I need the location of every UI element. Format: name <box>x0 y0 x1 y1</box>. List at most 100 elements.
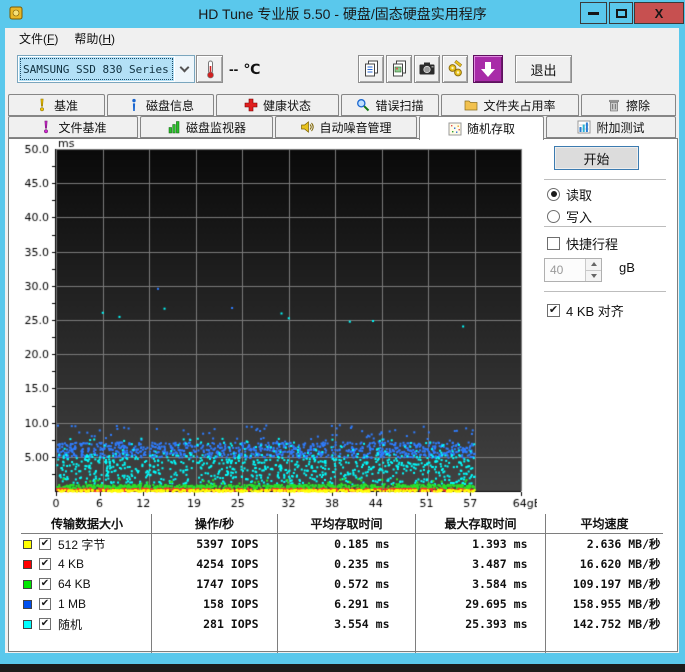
iops-value: 4254 IOPS <box>171 557 259 571</box>
trash-icon <box>607 98 621 112</box>
temperature-button[interactable] <box>196 55 223 83</box>
series-label: 随机 <box>58 616 82 633</box>
random-access-icon <box>448 122 462 136</box>
separator <box>544 226 666 227</box>
col-header: 平均存取时间 <box>278 514 416 534</box>
exit-button[interactable]: 退出 <box>515 55 572 83</box>
tab-label: 文件夹占用率 <box>483 97 555 114</box>
app-window: HD Tune 专业版 5.50 - 硬盘/固态硬盘实用程序 X 文件(F) 帮… <box>0 0 685 672</box>
avg-access-value: 0.235 ms <box>304 557 390 571</box>
series-checkbox[interactable] <box>39 618 51 630</box>
info-icon <box>127 98 141 112</box>
tab-label: 自动噪音管理 <box>319 119 391 136</box>
tab-folder-usage[interactable]: 文件夹占用率 <box>441 94 579 116</box>
copy-image-icon <box>390 59 408 79</box>
table-row-1mb: 1 MB 158 IOPS 6.291 ms 29.695 ms 158.955… <box>21 594 663 614</box>
menu-help[interactable]: 帮助(H) <box>66 28 123 49</box>
tab-benchmark[interactable]: 基准 <box>8 94 105 116</box>
tab-file-benchmark[interactable]: 文件基准 <box>8 116 138 138</box>
maximize-icon <box>616 9 627 18</box>
max-access-value: 3.584 ms <box>434 577 528 591</box>
tab-erase[interactable]: 擦除 <box>581 94 676 116</box>
radio-icon <box>547 188 560 201</box>
series-checkbox[interactable] <box>39 558 51 570</box>
series-swatch <box>23 620 32 629</box>
bar-chart-icon <box>167 120 181 134</box>
tab-label: 错误扫描 <box>375 97 423 114</box>
chevron-down-icon <box>175 56 194 82</box>
align-label: 4 KB 对齐 <box>566 301 624 320</box>
tab-health[interactable]: 健康状态 <box>216 94 339 116</box>
spinner-up-button[interactable] <box>586 259 601 271</box>
table-row-64kb: 64 KB 1747 IOPS 0.572 ms 3.584 ms 109.19… <box>21 574 663 594</box>
menu-file[interactable]: 文件(F) <box>11 28 66 49</box>
avg-speed-value: 109.197 MB/秒 <box>549 576 661 592</box>
tab-label: 健康状态 <box>263 97 311 114</box>
main-dialog: 文件(F) 帮助(H) SAMSUNG SSD 830 Series (64 g… <box>5 28 679 653</box>
checkbox-icon <box>547 237 560 250</box>
maximize-button[interactable] <box>609 2 633 24</box>
start-button[interactable]: 开始 <box>554 146 639 170</box>
short-stroke-label: 快捷行程 <box>566 234 618 253</box>
table-filler <box>21 634 663 653</box>
col-header: 操作/秒 <box>152 514 278 534</box>
max-access-value: 29.695 ms <box>434 597 528 611</box>
short-stroke-checkbox[interactable]: 快捷行程 <box>547 234 618 252</box>
tab-label: 基准 <box>54 97 78 114</box>
capacity-spinner[interactable]: 40 <box>544 258 602 282</box>
col-header: 平均速度 <box>546 514 663 534</box>
series-label: 4 KB <box>58 557 84 571</box>
copy-text-button[interactable] <box>358 55 384 83</box>
drive-select[interactable]: SAMSUNG SSD 830 Series (64 gB) <box>17 55 195 83</box>
series-checkbox[interactable] <box>39 598 51 610</box>
temperature-value: -- <box>229 61 238 77</box>
series-label: 64 KB <box>58 577 91 591</box>
minimize-button[interactable] <box>580 2 607 24</box>
table-header-row: 传输数据大小 操作/秒 平均存取时间 最大存取时间 平均速度 <box>21 514 663 534</box>
close-button[interactable]: X <box>634 2 684 24</box>
write-radio[interactable]: 写入 <box>547 207 592 225</box>
tab-random-access[interactable]: 随机存取 <box>419 116 544 140</box>
iops-value: 5397 IOPS <box>171 537 259 551</box>
avg-access-value: 3.554 ms <box>304 617 390 631</box>
tab-label: 随机存取 <box>467 120 515 137</box>
tab-aam[interactable]: 自动噪音管理 <box>275 116 417 138</box>
iops-value: 1747 IOPS <box>171 577 259 591</box>
series-swatch <box>23 600 32 609</box>
copy-image-button[interactable] <box>386 55 412 83</box>
tab-disk-monitor[interactable]: 磁盘监视器 <box>140 116 273 138</box>
align-checkbox[interactable]: 4 KB 对齐 <box>547 301 624 319</box>
capacity-value: 40 <box>545 259 585 281</box>
update-button[interactable] <box>473 55 503 83</box>
series-checkbox[interactable] <box>39 538 51 550</box>
health-cross-icon <box>244 98 258 112</box>
tab-disk-info[interactable]: 磁盘信息 <box>107 94 214 116</box>
series-swatch <box>23 540 32 549</box>
avg-speed-value: 16.620 MB/秒 <box>549 556 661 572</box>
read-radio[interactable]: 读取 <box>547 185 592 203</box>
avg-access-value: 0.572 ms <box>304 577 390 591</box>
spinner-down-button[interactable] <box>586 271 601 282</box>
titlebar: HD Tune 专业版 5.50 - 硬盘/固态硬盘实用程序 X <box>0 0 685 28</box>
series-checkbox[interactable] <box>39 578 51 590</box>
tab-error-scan[interactable]: 错误扫描 <box>341 94 439 116</box>
tab-row-2: 文件基准 磁盘监视器 自动噪音管理 随机存取 附加测试 <box>8 116 678 138</box>
random-access-chart <box>21 139 537 513</box>
screenshot-button[interactable] <box>414 55 440 83</box>
magnifier-icon <box>356 98 370 112</box>
file-benchmark-icon <box>39 120 53 134</box>
window-frame-bottom <box>0 653 685 664</box>
options-button[interactable] <box>442 55 468 83</box>
benchmark-icon <box>35 98 49 112</box>
iops-value: 158 IOPS <box>171 597 259 611</box>
avg-access-value: 6.291 ms <box>304 597 390 611</box>
chart-grid-icon <box>577 120 591 134</box>
series-swatch <box>23 560 32 569</box>
chevron-down-icon <box>591 274 597 278</box>
capacity-unit-label: gB <box>619 260 635 275</box>
chevron-up-icon <box>591 262 597 266</box>
series-swatch <box>23 580 32 589</box>
tab-extra-tests[interactable]: 附加测试 <box>546 116 676 138</box>
folder-icon <box>464 98 478 112</box>
temperature-unit: ℃ <box>243 61 260 78</box>
